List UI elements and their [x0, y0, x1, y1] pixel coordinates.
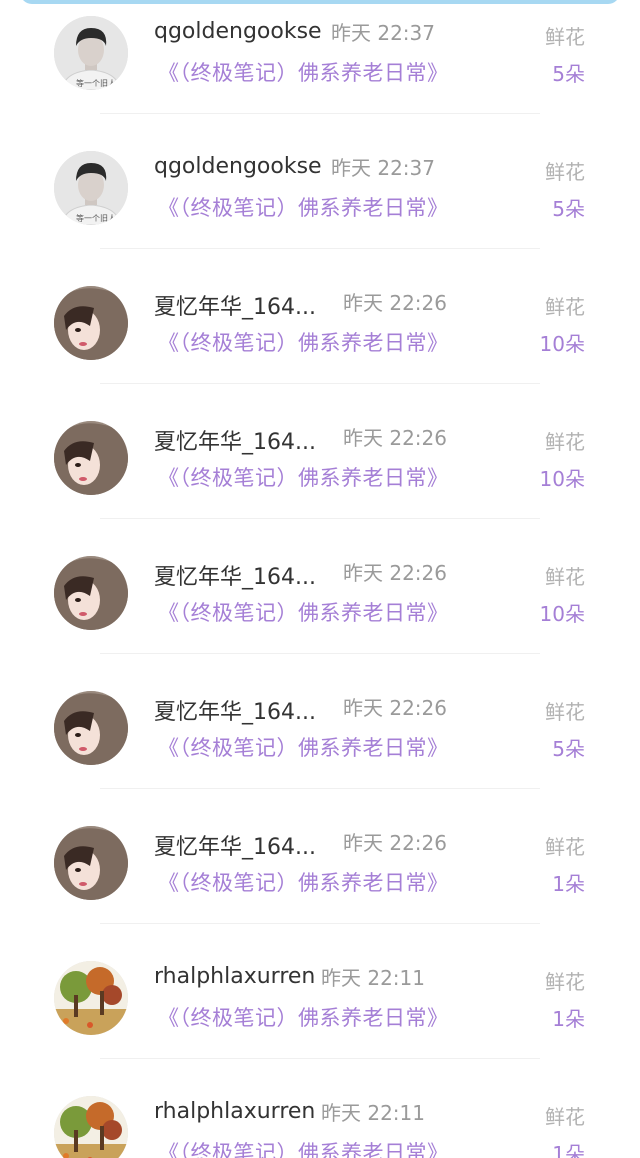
record-time: 昨天 22:26 — [343, 426, 447, 450]
gift-type-label: 鲜花 — [545, 970, 585, 994]
record-time: 昨天 22:26 — [343, 831, 447, 855]
gift-record-row[interactable]: 夏忆年华_164... 昨天 22:26 《（终极笔记）佛系养老日常》 鲜花 10朵 — [0, 519, 640, 654]
gift-count: 5朵 — [552, 62, 585, 86]
book-title-link[interactable]: 《（终极笔记）佛系养老日常》 — [158, 57, 449, 87]
gift-type-label: 鲜花 — [545, 700, 585, 724]
record-time: 昨天 22:26 — [343, 291, 447, 315]
gift-count: 10朵 — [539, 332, 585, 356]
record-time: 昨天 22:26 — [343, 696, 447, 720]
svg-text:等一个旧人: 等一个旧人 — [76, 78, 116, 88]
user-name[interactable]: 夏忆年华_164... — [154, 829, 316, 861]
book-title-link[interactable]: 《（终极笔记）佛系养老日常》 — [158, 867, 449, 897]
gift-type-label: 鲜花 — [545, 25, 585, 49]
gift-record-row[interactable]: 夏忆年华_164... 昨天 22:26 《（终极笔记）佛系养老日常》 鲜花 1朵 — [0, 789, 640, 924]
gift-count: 1朵 — [552, 872, 585, 896]
gift-count: 5朵 — [552, 737, 585, 761]
record-time: 昨天 22:11 — [321, 1101, 425, 1125]
record-time: 昨天 22:11 — [321, 966, 425, 990]
user-avatar[interactable] — [54, 556, 128, 630]
book-title-link[interactable]: 《（终极笔记）佛系养老日常》 — [158, 732, 449, 762]
gift-type-label: 鲜花 — [545, 1105, 585, 1129]
gift-record-row[interactable]: rhalphlaxurren 昨天 22:11 《（终极笔记）佛系养老日常》 鲜花 1朵 — [0, 1059, 640, 1158]
user-name[interactable]: qgoldengookse — [154, 19, 322, 44]
gift-record-row[interactable]: 夏忆年华_164... 昨天 22:26 《（终极笔记）佛系养老日常》 鲜花 10朵 — [0, 249, 640, 384]
gift-records-page: 等一个旧人 qgoldengookse 昨天 22:37 《（终极笔记）佛系养老日常》… — [0, 0, 640, 1158]
gift-record-row[interactable]: 夏忆年华_164... 昨天 22:26 《（终极笔记）佛系养老日常》 鲜花 10朵 — [0, 384, 640, 519]
record-time: 昨天 22:37 — [331, 21, 435, 45]
gift-count: 10朵 — [539, 467, 585, 491]
record-time: 昨天 22:26 — [343, 561, 447, 585]
user-name[interactable]: qgoldengookse — [154, 154, 322, 179]
gift-count: 5朵 — [552, 197, 585, 221]
book-title-link[interactable]: 《（终极笔记）佛系养老日常》 — [158, 327, 449, 357]
book-title-link[interactable]: 《（终极笔记）佛系养老日常》 — [158, 462, 449, 492]
user-avatar[interactable]: 等一个旧人 — [54, 16, 128, 90]
gift-record-list: 等一个旧人 qgoldengookse 昨天 22:37 《（终极笔记）佛系养老日常》… — [0, 0, 640, 1158]
gift-record-row[interactable]: 等一个旧人 qgoldengookse 昨天 22:37 《（终极笔记）佛系养老日常》… — [0, 114, 640, 249]
user-avatar[interactable] — [54, 961, 128, 1035]
gift-type-label: 鲜花 — [545, 295, 585, 319]
user-avatar[interactable] — [54, 1096, 128, 1158]
record-time: 昨天 22:37 — [331, 156, 435, 180]
user-avatar[interactable] — [54, 826, 128, 900]
user-name[interactable]: 夏忆年华_164... — [154, 694, 316, 726]
svg-text:等一个旧人: 等一个旧人 — [76, 213, 116, 223]
gift-type-label: 鲜花 — [545, 835, 585, 859]
user-name[interactable]: 夏忆年华_164... — [154, 559, 316, 591]
book-title-link[interactable]: 《（终极笔记）佛系养老日常》 — [158, 1137, 449, 1158]
gift-type-label: 鲜花 — [545, 430, 585, 454]
book-title-link[interactable]: 《（终极笔记）佛系养老日常》 — [158, 1002, 449, 1032]
user-name[interactable]: rhalphlaxurren — [154, 964, 315, 989]
gift-count: 1朵 — [552, 1142, 585, 1158]
user-name[interactable]: 夏忆年华_164... — [154, 424, 316, 456]
book-title-link[interactable]: 《（终极笔记）佛系养老日常》 — [158, 597, 449, 627]
user-avatar[interactable] — [54, 691, 128, 765]
gift-count: 1朵 — [552, 1007, 585, 1031]
user-name[interactable]: 夏忆年华_164... — [154, 289, 316, 321]
gift-record-row[interactable]: 等一个旧人 qgoldengookse 昨天 22:37 《（终极笔记）佛系养老日常》… — [0, 0, 640, 114]
user-avatar[interactable]: 等一个旧人 — [54, 151, 128, 225]
gift-count: 10朵 — [539, 602, 585, 626]
gift-type-label: 鲜花 — [545, 565, 585, 589]
gift-record-row[interactable]: 夏忆年华_164... 昨天 22:26 《（终极笔记）佛系养老日常》 鲜花 5朵 — [0, 654, 640, 789]
user-avatar[interactable] — [54, 286, 128, 360]
user-name[interactable]: rhalphlaxurren — [154, 1099, 315, 1124]
book-title-link[interactable]: 《（终极笔记）佛系养老日常》 — [158, 192, 449, 222]
gift-type-label: 鲜花 — [545, 160, 585, 184]
gift-record-row[interactable]: rhalphlaxurren 昨天 22:11 《（终极笔记）佛系养老日常》 鲜花 1朵 — [0, 924, 640, 1059]
user-avatar[interactable] — [54, 421, 128, 495]
